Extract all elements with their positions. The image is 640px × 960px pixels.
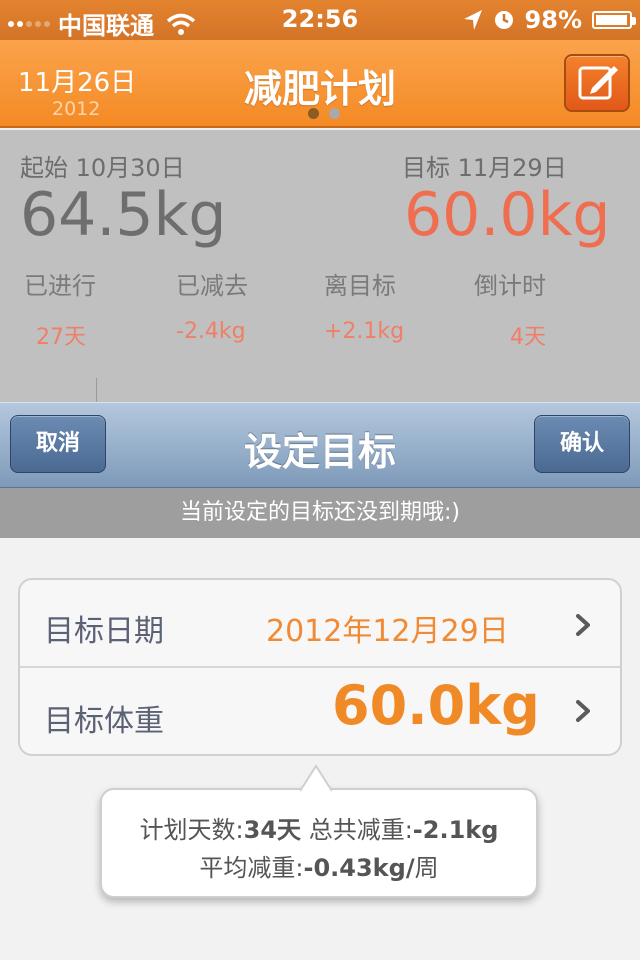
stat-label: 已减去 [176, 272, 248, 300]
avg-loss-unit: 周 [414, 854, 439, 882]
stat-value: -2.4kg [176, 319, 246, 344]
target-date-row[interactable]: 目标日期 2012年12月29日 [20, 580, 620, 668]
target-weight-value: 60.0kg [332, 674, 540, 737]
target-date-label: 目标日期 [44, 614, 164, 649]
target-form: 目标日期 2012年12月29日 目标体重 60.0kg 计划天数:34天 总共… [0, 538, 640, 960]
stat-value: 27天 [36, 325, 86, 350]
target-weight-label: 目标体重 [44, 704, 164, 739]
edit-pencil-icon [578, 66, 618, 100]
start-weight: 64.5kg [20, 180, 227, 250]
status-right: 98% [463, 6, 636, 34]
avg-loss-value: -0.43kg/ [303, 854, 415, 882]
target-date-value: 2012年12月29日 [266, 614, 509, 649]
target-settings-card: 目标日期 2012年12月29日 目标体重 60.0kg [18, 578, 622, 756]
confirm-button[interactable]: 确认 [534, 415, 630, 473]
stat-label: 离目标 [324, 272, 396, 300]
page-dot-1 [308, 108, 319, 119]
avg-loss-label: 平均减重: [199, 854, 304, 882]
stat-value: 4天 [510, 325, 546, 350]
stat-lost: 已减去 -2.4kg [176, 266, 286, 344]
alarm-clock-icon [494, 11, 513, 29]
total-loss-label: 总共减重: [308, 816, 413, 844]
stat-elapsed: 已进行 27天 [24, 266, 134, 351]
target-weight-row[interactable]: 目标体重 60.0kg [20, 668, 620, 756]
location-arrow-icon [463, 10, 482, 30]
page-title: 减肥计划 [243, 67, 396, 111]
tooltip-line-2: 平均减重:-0.43kg/周 [102, 848, 536, 883]
total-loss-value: -2.1kg [412, 816, 499, 844]
target-weight: 60.0kg [404, 180, 611, 250]
target-date-label: 目标 11月29日 [402, 154, 567, 182]
chevron-right-icon [576, 700, 590, 722]
plan-summary: 起始 10月30日 目标 11月29日 64.5kg 60.0kg 已进行 27… [0, 130, 640, 402]
set-target-toolbar: 取消 设定目标 确认 [0, 402, 640, 488]
plan-days-value: 34天 [243, 816, 302, 844]
plan-days-label: 计划天数: [139, 816, 244, 844]
battery-percent: 98% [524, 6, 582, 34]
stat-label: 已进行 [24, 272, 96, 300]
tooltip-pointer [300, 764, 332, 792]
notice-banner: 当前设定的目标还没到期哦:) [0, 488, 640, 538]
tooltip-line-1: 计划天数:34天 总共减重:-2.1kg [102, 810, 536, 845]
stat-to-goal: 离目标 +2.1kg [324, 266, 434, 344]
stat-countdown: 倒计时 4天 [474, 266, 584, 351]
edit-button[interactable] [564, 54, 630, 112]
navigation-bar: 11月26日 2012 减肥计划 [0, 40, 640, 128]
page-dot-2 [329, 108, 340, 119]
battery-icon [592, 11, 636, 29]
plan-info-tooltip: 计划天数:34天 总共减重:-2.1kg 平均减重:-0.43kg/周 [100, 788, 538, 898]
page-indicator[interactable] [308, 108, 340, 119]
divider [96, 378, 97, 402]
start-date-label: 起始 10月30日 [20, 154, 185, 182]
status-bar: 中国联通 22:56 98% [0, 0, 640, 40]
stat-value: +2.1kg [324, 319, 405, 344]
stat-label: 倒计时 [474, 272, 546, 300]
chevron-right-icon [576, 614, 590, 636]
